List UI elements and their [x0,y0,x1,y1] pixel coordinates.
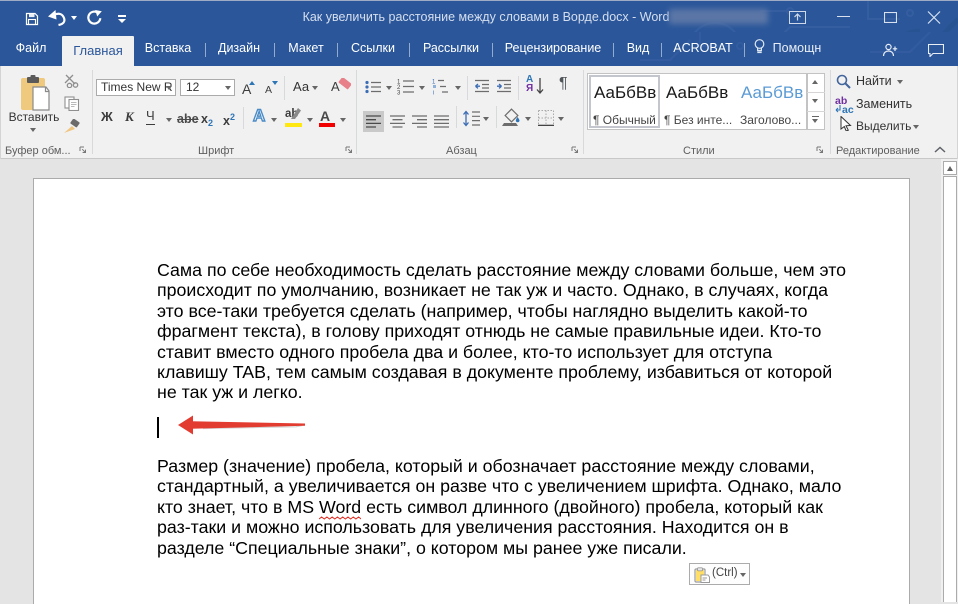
svg-text:3: 3 [397,91,401,96]
svg-text:i: i [433,91,434,96]
svg-text:1: 1 [432,80,436,86]
